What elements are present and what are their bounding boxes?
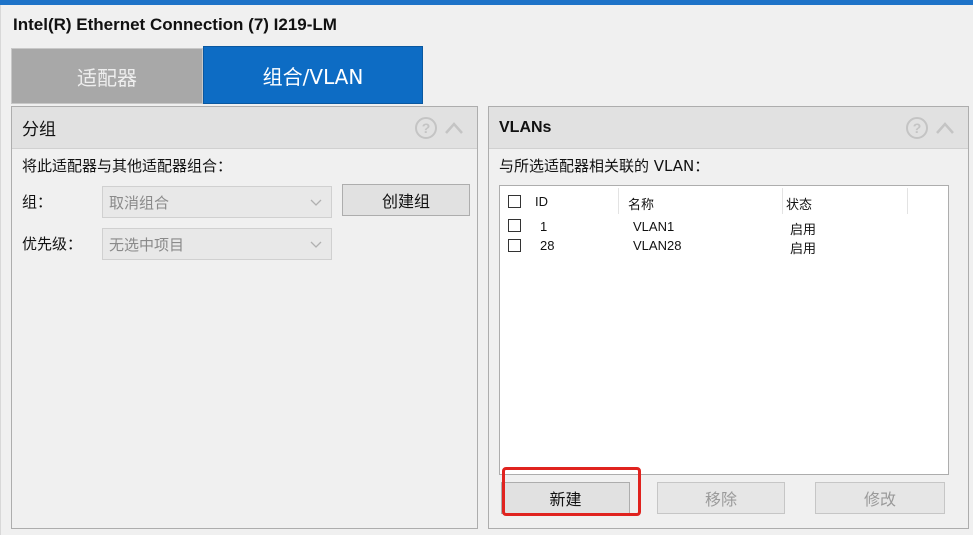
chevron-up-icon[interactable]: [443, 117, 465, 139]
grouping-panel-title: 分组: [22, 120, 56, 140]
grouping-panel: 分组 ? 将此适配器与其他适配器组合： 组： 取消组合 创建组 优先级： 无选中…: [11, 106, 478, 529]
vlans-panel-header: VLANs ?: [489, 107, 968, 149]
grouping-panel-header: 分组 ?: [12, 107, 477, 149]
create-group-button[interactable]: 创建组: [342, 184, 470, 216]
vlan-name-cell: VLAN28: [633, 238, 682, 253]
vlan-id-cell: 28: [540, 238, 555, 253]
group-select-value: 取消组合: [109, 193, 170, 212]
help-icon[interactable]: ?: [415, 117, 437, 139]
tab-team-vlan[interactable]: 组合/VLAN: [203, 46, 423, 104]
priority-select[interactable]: 无选中项目: [102, 228, 332, 260]
column-header-id[interactable]: ID: [535, 194, 548, 209]
vlan-status-cell: 启用: [790, 241, 817, 256]
priority-label: 优先级：: [22, 235, 83, 253]
vlans-panel: VLANs ? 与所选适配器相关联的 VLAN： ID 名称 状态 1 VLAN…: [488, 106, 969, 529]
chevron-down-icon: [309, 195, 323, 209]
group-label: 组：: [22, 193, 53, 211]
row-checkbox[interactable]: [508, 219, 521, 232]
group-select[interactable]: 取消组合: [102, 186, 332, 218]
vlans-panel-title: VLANs: [499, 118, 552, 136]
new-vlan-button[interactable]: 新建: [501, 482, 630, 514]
window-title: Intel(R) Ethernet Connection (7) I219-LM: [13, 15, 337, 34]
tab-adapter[interactable]: 适配器: [11, 48, 203, 104]
adapter-properties-window: Intel(R) Ethernet Connection (7) I219-LM…: [0, 5, 973, 535]
remove-vlan-button[interactable]: 移除: [657, 482, 785, 514]
chevron-down-icon: [309, 237, 323, 251]
grouping-description: 将此适配器与其他适配器组合：: [22, 157, 233, 175]
priority-select-value: 无选中项目: [109, 235, 185, 254]
chevron-up-icon[interactable]: [934, 117, 956, 139]
vlans-description: 与所选适配器相关联的 VLAN：: [499, 157, 710, 175]
vlan-id-cell: 1: [540, 219, 548, 234]
vlan-list[interactable]: ID 名称 状态 1 VLAN1 启用 28 VLAN28 启用: [499, 185, 949, 475]
vlan-list-header: ID 名称 状态: [500, 186, 948, 216]
row-checkbox[interactable]: [508, 239, 521, 252]
vlan-status-cell: 启用: [790, 222, 817, 237]
modify-vlan-button[interactable]: 修改: [815, 482, 945, 514]
column-header-status[interactable]: 状态: [786, 194, 812, 213]
select-all-checkbox[interactable]: [508, 195, 521, 208]
vlan-name-cell: VLAN1: [633, 219, 675, 234]
column-header-name[interactable]: 名称: [628, 194, 654, 213]
help-icon[interactable]: ?: [906, 117, 928, 139]
